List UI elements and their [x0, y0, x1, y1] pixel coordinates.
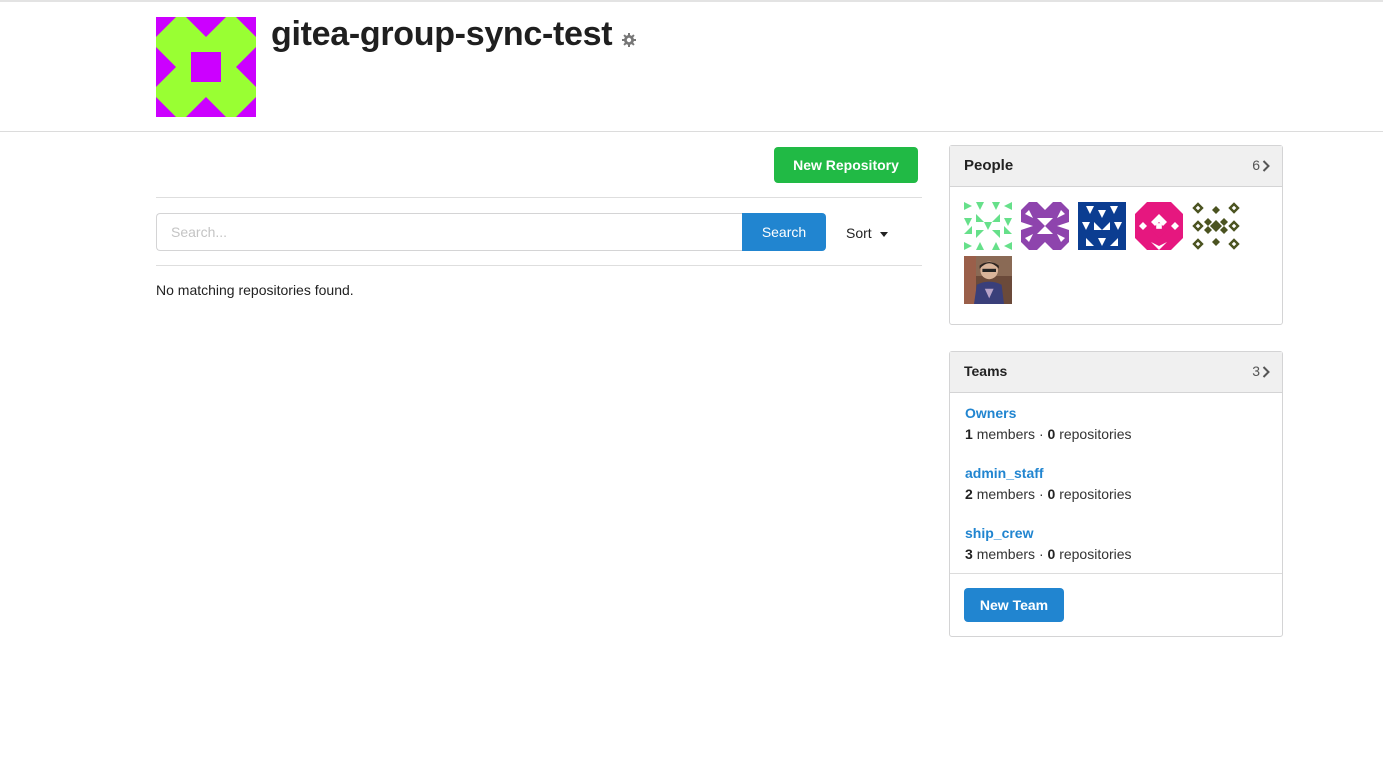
member-avatar[interactable]	[964, 202, 1012, 250]
org-avatar	[156, 17, 256, 117]
org-name: gitea-group-sync-test	[271, 15, 613, 53]
repos-word: repositories	[1059, 546, 1132, 562]
members-word: members	[976, 486, 1036, 502]
empty-message: No matching repositories found.	[156, 282, 354, 298]
search-input[interactable]	[156, 213, 746, 251]
members-word: members	[976, 426, 1036, 442]
team-name-link[interactable]: admin_staff	[965, 464, 1132, 482]
repos-word: repositories	[1059, 486, 1132, 502]
search-button[interactable]: Search	[742, 213, 826, 251]
member-photo-avatar[interactable]	[964, 256, 1012, 304]
sort-dropdown[interactable]: Sort	[846, 225, 888, 241]
separator: ·	[1038, 486, 1044, 502]
divider	[156, 197, 922, 198]
member-avatar[interactable]	[1135, 202, 1183, 250]
teams-header: Teams 3	[950, 352, 1282, 393]
new-team-button[interactable]: New Team	[964, 588, 1064, 622]
team-meta: 1 members · 0 repositories	[965, 425, 1132, 443]
members-count: 2	[965, 486, 973, 502]
team-meta: 3 members · 0 repositories	[965, 545, 1132, 563]
team-item: ship_crew 3 members · 0 repositories	[965, 524, 1132, 563]
people-card: People 6	[949, 145, 1283, 325]
members-word: members	[976, 546, 1036, 562]
member-avatar[interactable]	[1078, 202, 1126, 250]
repos-count: 0	[1047, 546, 1056, 562]
chevron-right-icon[interactable]	[1262, 366, 1270, 378]
members-count: 1	[965, 426, 973, 442]
new-repository-button[interactable]: New Repository	[774, 147, 918, 183]
team-item: admin_staff 2 members · 0 repositories	[965, 464, 1132, 503]
team-item: Owners 1 members · 0 repositories	[965, 404, 1132, 443]
search-form: Search	[156, 213, 826, 251]
members-count: 3	[965, 546, 973, 562]
caret-down-icon	[879, 231, 888, 237]
divider	[156, 265, 922, 266]
team-name-link[interactable]: Owners	[965, 404, 1132, 422]
repos-word: repositories	[1059, 426, 1132, 442]
member-avatar[interactable]	[1192, 202, 1240, 250]
people-title: People	[964, 157, 1014, 174]
teams-card: Teams 3 Owners 1 members · 0 repositorie…	[949, 351, 1283, 637]
gear-icon[interactable]	[621, 32, 637, 48]
repos-count: 0	[1047, 426, 1056, 442]
team-meta: 2 members · 0 repositories	[965, 485, 1132, 503]
people-header: People 6	[950, 146, 1282, 187]
people-count-link[interactable]: 6	[1252, 157, 1260, 173]
member-avatar[interactable]	[1021, 202, 1069, 250]
divider	[950, 573, 1282, 574]
repos-count: 0	[1047, 486, 1056, 502]
chevron-right-icon[interactable]	[1262, 160, 1270, 172]
teams-title: Teams	[964, 363, 1008, 379]
separator: ·	[1038, 546, 1044, 562]
team-name-link[interactable]: ship_crew	[965, 524, 1132, 542]
teams-count-link[interactable]: 3	[1252, 363, 1260, 379]
sort-label: Sort	[846, 225, 872, 241]
org-header: gitea-group-sync-test	[0, 2, 1383, 132]
separator: ·	[1038, 426, 1044, 442]
